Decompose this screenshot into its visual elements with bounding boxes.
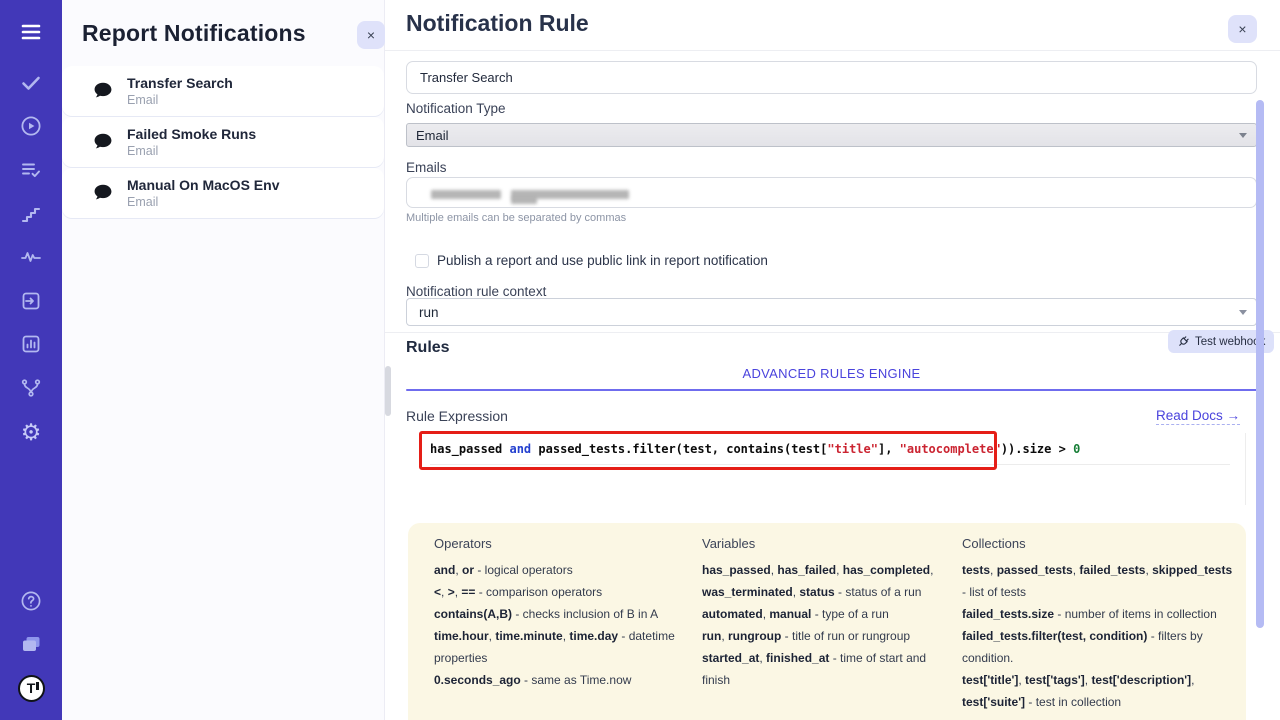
help-icon[interactable] <box>17 587 45 615</box>
page-title: Notification Rule <box>406 10 589 37</box>
menu-icon[interactable] <box>17 18 45 46</box>
help-entry: failed_tests.filter(test, condition) - f… <box>962 625 1234 669</box>
notification-type-value: Email <box>416 128 449 143</box>
notification-title: Manual On MacOS Env <box>127 177 279 193</box>
logo-testomat[interactable]: T <box>17 674 45 702</box>
rule-context-select[interactable]: run <box>406 298 1257 326</box>
steps-icon[interactable] <box>17 200 45 228</box>
close-icon[interactable]: × <box>1228 15 1257 43</box>
drawer-scrollbar-thumb[interactable] <box>385 366 391 416</box>
help-entry: has_passed, has_failed, has_completed, w… <box>702 559 956 603</box>
plug-icon <box>1177 335 1190 348</box>
help-column-title: Collections <box>962 536 1234 551</box>
rule-expression-editor[interactable]: has_passed and passed_tests.filter(test,… <box>416 433 1259 516</box>
tab-active-underline <box>406 389 1257 391</box>
read-docs-link[interactable]: Read Docs → <box>1156 408 1240 425</box>
redacted-email-text <box>511 197 537 204</box>
help-entry: run, rungroup - title of run or rungroup <box>702 625 956 647</box>
notification-title: Transfer Search <box>127 75 233 91</box>
chat-bubble-icon <box>92 182 114 204</box>
notification-rule-panel: Notification Rule × Notification Type Em… <box>384 0 1280 720</box>
pulse-icon[interactable] <box>17 243 45 271</box>
play-circle-icon[interactable] <box>17 112 45 140</box>
app-window: ⚙ T Report Notifications × Transfer Sear… <box>0 0 1280 720</box>
gear-glyph: ⚙ <box>21 421 42 444</box>
notification-list-item[interactable]: Failed Smoke Runs Email <box>62 117 384 167</box>
chat-bubble-icon <box>92 131 114 153</box>
gear-icon[interactable]: ⚙ <box>17 418 45 446</box>
help-entry: test['title'], test['tags'], test['descr… <box>962 669 1234 713</box>
notification-title: Failed Smoke Runs <box>127 126 256 142</box>
divider <box>384 332 1280 333</box>
rules-heading: Rules <box>406 339 450 357</box>
notification-channel: Email <box>127 195 279 209</box>
emails-label: Emails <box>406 160 447 175</box>
test-webhook-label: Test webhook <box>1195 336 1265 348</box>
help-entry: <, >, == - comparison operators <box>434 581 676 603</box>
help-entry: started_at, finished_at - time of start … <box>702 647 956 691</box>
app-sidebar: ⚙ T <box>0 0 62 720</box>
notification-channel: Email <box>127 144 256 158</box>
report-notifications-drawer: Report Notifications × Transfer Search Em… <box>62 0 384 720</box>
notification-list-item[interactable]: Transfer Search Email <box>62 66 384 116</box>
help-column: Collections tests, passed_tests, failed_t… <box>962 536 1234 713</box>
chevron-down-icon <box>1239 310 1247 315</box>
notification-channel: Email <box>127 93 233 107</box>
rule-context-value: run <box>419 305 439 320</box>
chat-bubble-icon <box>92 80 114 102</box>
tab-advanced-rules-engine[interactable]: ADVANCED RULES ENGINE <box>406 366 1257 381</box>
projects-icon[interactable] <box>17 630 45 658</box>
divider <box>384 50 1280 51</box>
publish-report-label: Publish a report and use public link in … <box>437 253 768 268</box>
help-column-title: Operators <box>434 536 676 551</box>
drawer-title: Report Notifications <box>82 20 306 47</box>
help-column: Operators and, or - logical operators<, >… <box>434 536 676 691</box>
rules-help-panel: Operators and, or - logical operators<, >… <box>408 523 1246 720</box>
chevron-down-icon <box>1239 133 1247 138</box>
branch-icon[interactable] <box>17 374 45 402</box>
help-entry: time.hour, time.minute, time.day - datet… <box>434 625 676 669</box>
rule-name-input[interactable] <box>406 61 1257 94</box>
help-column: Variables has_passed, has_failed, has_com… <box>702 536 956 691</box>
editor-divider <box>1245 433 1246 505</box>
drawer-close-button[interactable]: × <box>357 21 385 49</box>
notification-list-item[interactable]: Manual On MacOS Env Email <box>62 168 384 218</box>
sign-in-icon[interactable] <box>17 287 45 315</box>
help-column-title: Variables <box>702 536 956 551</box>
code-line: has_passed and passed_tests.filter(test,… <box>430 433 1230 465</box>
analytics-icon[interactable] <box>17 330 45 358</box>
notification-type-select[interactable]: Email <box>406 123 1257 147</box>
publish-report-checkbox[interactable] <box>415 254 429 268</box>
emails-helper-text: Multiple emails can be separated by comm… <box>406 212 626 224</box>
logo-letter: T <box>27 680 36 696</box>
rule-expression-label: Rule Expression <box>406 408 508 424</box>
help-entry: automated, manual - type of a run <box>702 603 956 625</box>
logo-tick <box>36 682 39 690</box>
context-label: Notification rule context <box>406 284 546 299</box>
help-entry: contains(A,B) - checks inclusion of B in… <box>434 603 676 625</box>
help-entry: 0.seconds_ago - same as Time.now <box>434 669 676 691</box>
notification-list: Transfer Search Email Failed Smoke Runs Ema… <box>62 66 384 219</box>
notification-type-label: Notification Type <box>406 101 506 116</box>
runs-list-icon[interactable] <box>17 156 45 184</box>
emails-input[interactable] <box>406 177 1257 208</box>
main-scrollbar-thumb[interactable] <box>1256 100 1264 628</box>
redacted-email-text <box>431 190 501 199</box>
help-entry: and, or - logical operators <box>434 559 676 581</box>
help-entry: tests, passed_tests, failed_tests, skipp… <box>962 559 1234 603</box>
help-entry: failed_tests.size - number of items in c… <box>962 603 1234 625</box>
check-icon[interactable] <box>17 69 45 97</box>
